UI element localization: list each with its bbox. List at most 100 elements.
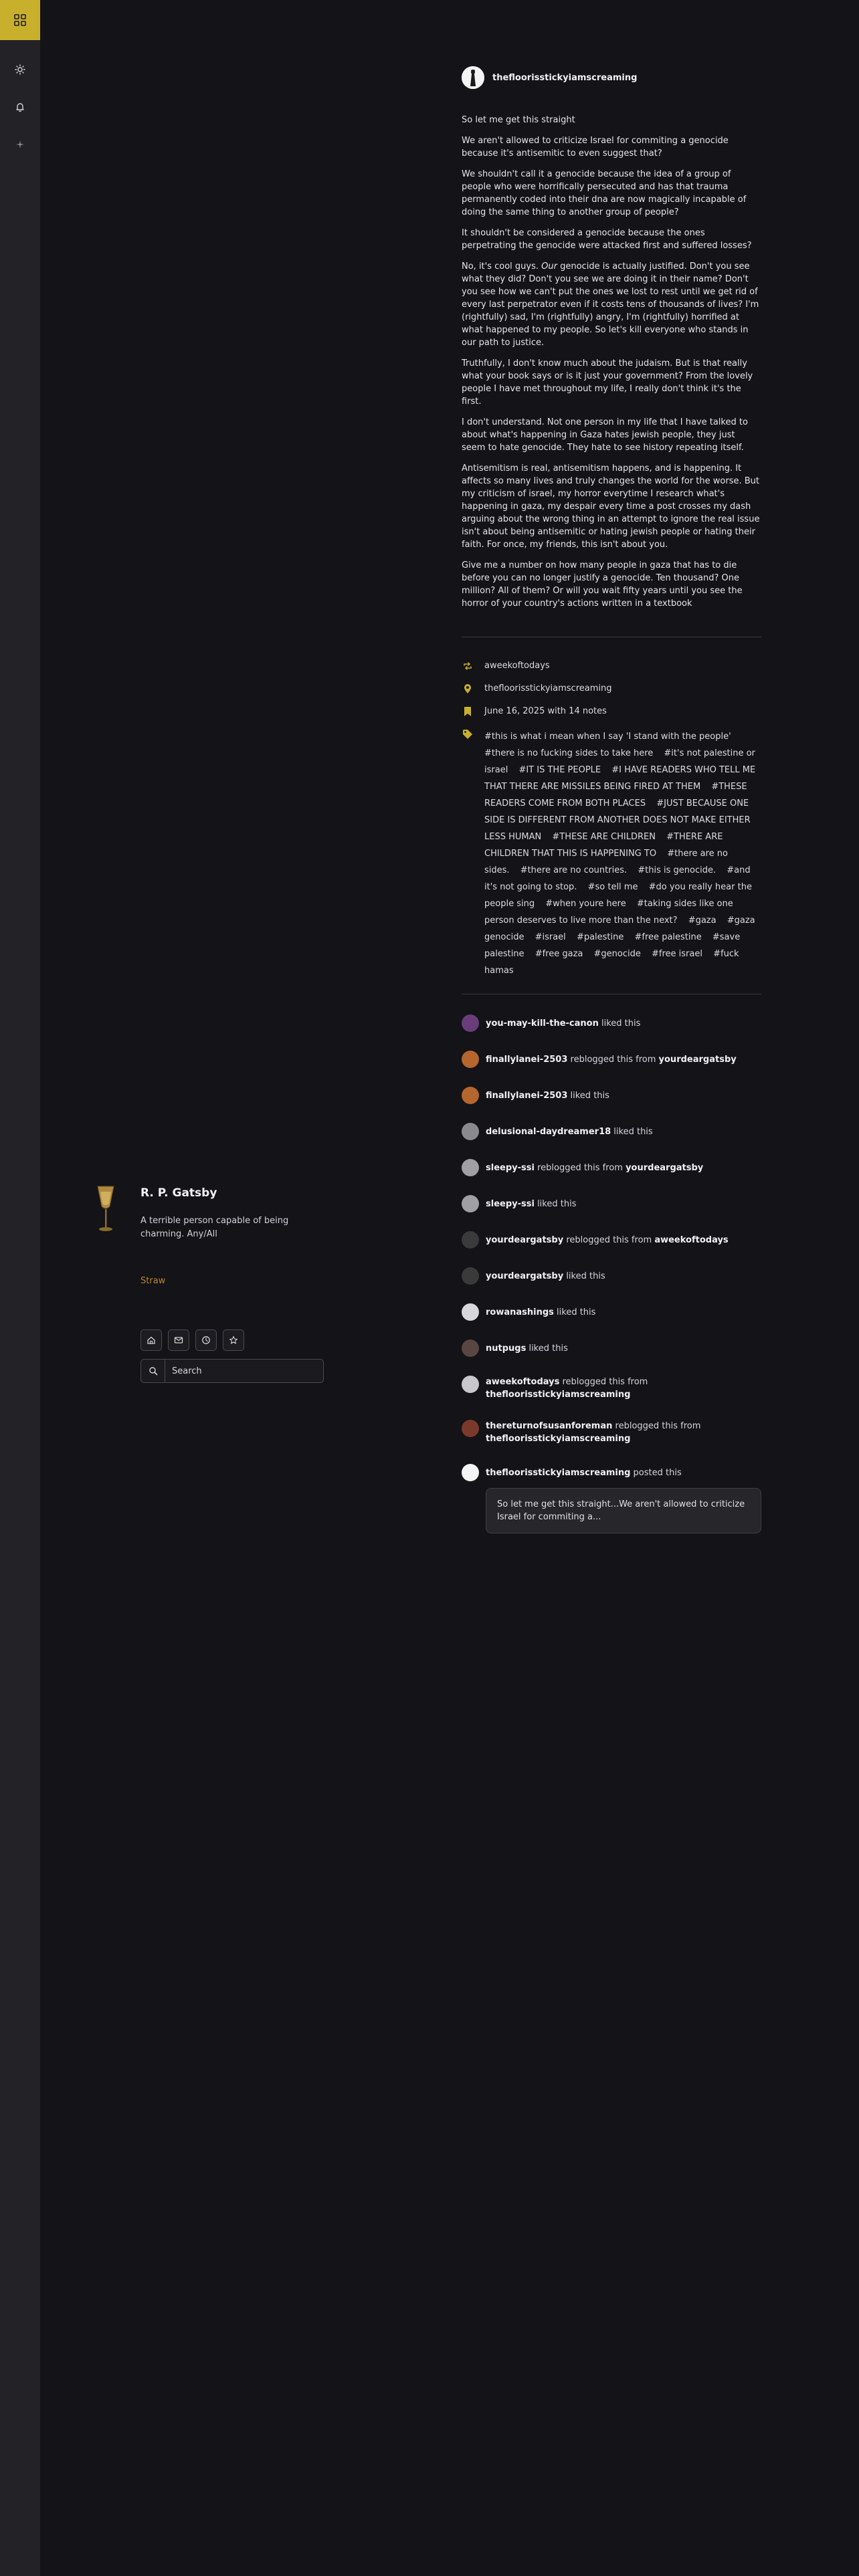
- note-text: finallylanei-2503 reblogged this from yo…: [486, 1054, 737, 1065]
- note-source-link[interactable]: aweekoftodays: [654, 1235, 728, 1245]
- note-item: aweekoftodays reblogged this from theflo…: [462, 1376, 761, 1401]
- note-avatar[interactable]: [462, 1376, 479, 1393]
- note-avatar[interactable]: [462, 1267, 479, 1285]
- note-user-link[interactable]: sleepy-ssi: [486, 1163, 535, 1173]
- note-item: sleepy-ssi reblogged this from yourdearg…: [462, 1159, 761, 1176]
- note-avatar[interactable]: [462, 1051, 479, 1068]
- post-author-name[interactable]: thefloorisstickyiamscreaming: [492, 73, 637, 83]
- note-user-link[interactable]: finallylanei-2503: [486, 1091, 567, 1101]
- note-text: yourdeargatsby liked this: [486, 1271, 605, 1281]
- note-user-link[interactable]: sleepy-ssi: [486, 1199, 535, 1209]
- tag-link[interactable]: #THESE ARE CHILDREN: [552, 832, 656, 842]
- tag-link[interactable]: #free palestine: [635, 932, 702, 942]
- note-user-link[interactable]: thefloorisstickyiamscreaming: [486, 1468, 630, 1478]
- post-paragraph: Give me a number on how many people in g…: [462, 560, 743, 609]
- tag-link[interactable]: #there is no fucking sides to take here: [484, 748, 653, 758]
- posted-quote[interactable]: So let me get this straight...We aren't …: [486, 1488, 761, 1533]
- tag-list: #this is what i mean when I say 'I stand…: [484, 728, 761, 979]
- post-paragraph: So let me get this straight: [462, 115, 575, 125]
- sparkle-button[interactable]: [9, 134, 31, 155]
- note-user-link[interactable]: aweekoftodays: [486, 1377, 559, 1387]
- note-text: yourdeargatsby reblogged this from aweek…: [486, 1235, 729, 1245]
- tag-link[interactable]: #there are no countries.: [520, 865, 627, 875]
- note-item: nutpugs liked this: [462, 1339, 761, 1357]
- tag-link[interactable]: #this is what i mean when I say 'I stand…: [484, 732, 731, 742]
- dashboard-button[interactable]: [0, 0, 40, 40]
- home-icon: [147, 1336, 155, 1344]
- note-source-link[interactable]: yourdeargatsby: [626, 1163, 703, 1173]
- note-avatar[interactable]: [462, 1159, 479, 1176]
- note-item: finallylanei-2503 liked this: [462, 1087, 761, 1104]
- note-user-link[interactable]: you-may-kill-the-canon: [486, 1018, 599, 1029]
- note-avatar[interactable]: [462, 1014, 479, 1032]
- note-item: thefloorisstickyiamscreaming posted this: [462, 1464, 761, 1481]
- post-paragraph: I don't understand. Not one person in my…: [462, 417, 748, 453]
- home-button[interactable]: [140, 1329, 162, 1351]
- note-user-link[interactable]: delusional-daydreamer18: [486, 1127, 611, 1137]
- location-pin-icon: [464, 684, 471, 693]
- notifications-button[interactable]: [9, 96, 31, 118]
- tag-link[interactable]: #genocide: [594, 949, 641, 959]
- favorites-button[interactable]: [223, 1329, 244, 1351]
- note-avatar[interactable]: [462, 1087, 479, 1104]
- post-header: thefloorisstickyiamscreaming: [462, 64, 761, 91]
- avatar: [91, 1184, 120, 1235]
- note-user-link[interactable]: finallylanei-2503: [486, 1055, 567, 1065]
- sun-icon: [15, 64, 25, 75]
- note-item: you-may-kill-the-canon liked this: [462, 1014, 761, 1032]
- clock-icon: [202, 1336, 210, 1344]
- tag-link[interactable]: #palestine: [577, 932, 624, 942]
- profile-link[interactable]: Straw: [140, 1276, 165, 1286]
- tag-link[interactable]: #so tell me: [588, 882, 638, 892]
- note-user-link[interactable]: rowanashings: [486, 1307, 554, 1317]
- theme-toggle-button[interactable]: [9, 59, 31, 80]
- note-item: rowanashings liked this: [462, 1303, 761, 1321]
- tag-link[interactable]: #free israel: [652, 949, 702, 959]
- note-user-link[interactable]: yourdeargatsby: [486, 1235, 563, 1245]
- tag-link[interactable]: #IT IS THE PEOPLE: [518, 765, 601, 775]
- champagne-glass-icon: [97, 1186, 114, 1231]
- profile-name: R. P. Gatsby: [140, 1186, 217, 1200]
- page: R. P. Gatsby A terrible person capable o…: [0, 0, 859, 2576]
- note-text: aweekoftodays reblogged this from theflo…: [486, 1377, 648, 1400]
- note-text: nutpugs liked this: [486, 1343, 568, 1354]
- note-avatar[interactable]: [462, 1303, 479, 1321]
- sparkle-icon: [16, 140, 24, 148]
- bookmark-icon: [464, 707, 471, 716]
- note-source-link[interactable]: thefloorisstickyiamscreaming: [486, 1434, 630, 1444]
- note-text: rowanashings liked this: [486, 1307, 596, 1317]
- note-user-link[interactable]: nutpugs: [486, 1344, 526, 1354]
- reblogged-from-row: aweekoftodays: [462, 660, 761, 672]
- tag-link[interactable]: #israel: [535, 932, 566, 942]
- tag-link[interactable]: #gaza: [688, 916, 717, 926]
- note-avatar[interactable]: [462, 1464, 479, 1481]
- post-body: So let me get this straight We aren't al…: [462, 114, 761, 610]
- note-avatar[interactable]: [462, 1339, 479, 1357]
- note-text: sleepy-ssi liked this: [486, 1198, 577, 1209]
- note-user-link[interactable]: thereturnofsusanforeman: [486, 1421, 612, 1431]
- note-avatar[interactable]: [462, 1231, 479, 1249]
- search-button[interactable]: [141, 1360, 165, 1382]
- note-text: delusional-daydreamer18 liked this: [486, 1126, 653, 1137]
- mail-button[interactable]: [168, 1329, 189, 1351]
- search-input[interactable]: [165, 1360, 323, 1382]
- tags-row: #this is what i mean when I say 'I stand…: [462, 728, 761, 979]
- grid-icon: [14, 14, 26, 26]
- archive-button[interactable]: [195, 1329, 217, 1351]
- note-text: finallylanei-2503 liked this: [486, 1090, 609, 1101]
- post-date-notes[interactable]: June 16, 2025 with 14 notes: [484, 706, 607, 718]
- reblogged-from-link[interactable]: aweekoftodays: [484, 660, 550, 672]
- tag-link[interactable]: #this is genocide.: [638, 865, 716, 875]
- note-source-link[interactable]: thefloorisstickyiamscreaming: [486, 1390, 630, 1400]
- note-user-link[interactable]: yourdeargatsby: [486, 1271, 563, 1281]
- source-link[interactable]: thefloorisstickyiamscreaming: [484, 683, 612, 695]
- note-text: sleepy-ssi reblogged this from yourdearg…: [486, 1162, 704, 1173]
- note-avatar[interactable]: [462, 1195, 479, 1212]
- tag-icon: [463, 730, 472, 739]
- note-source-link[interactable]: yourdeargatsby: [659, 1055, 737, 1065]
- post-author-avatar[interactable]: [462, 66, 484, 89]
- note-avatar[interactable]: [462, 1123, 479, 1140]
- tag-link[interactable]: #free gaza: [535, 949, 583, 959]
- note-avatar[interactable]: [462, 1420, 479, 1437]
- tag-link[interactable]: #when youre here: [545, 899, 626, 909]
